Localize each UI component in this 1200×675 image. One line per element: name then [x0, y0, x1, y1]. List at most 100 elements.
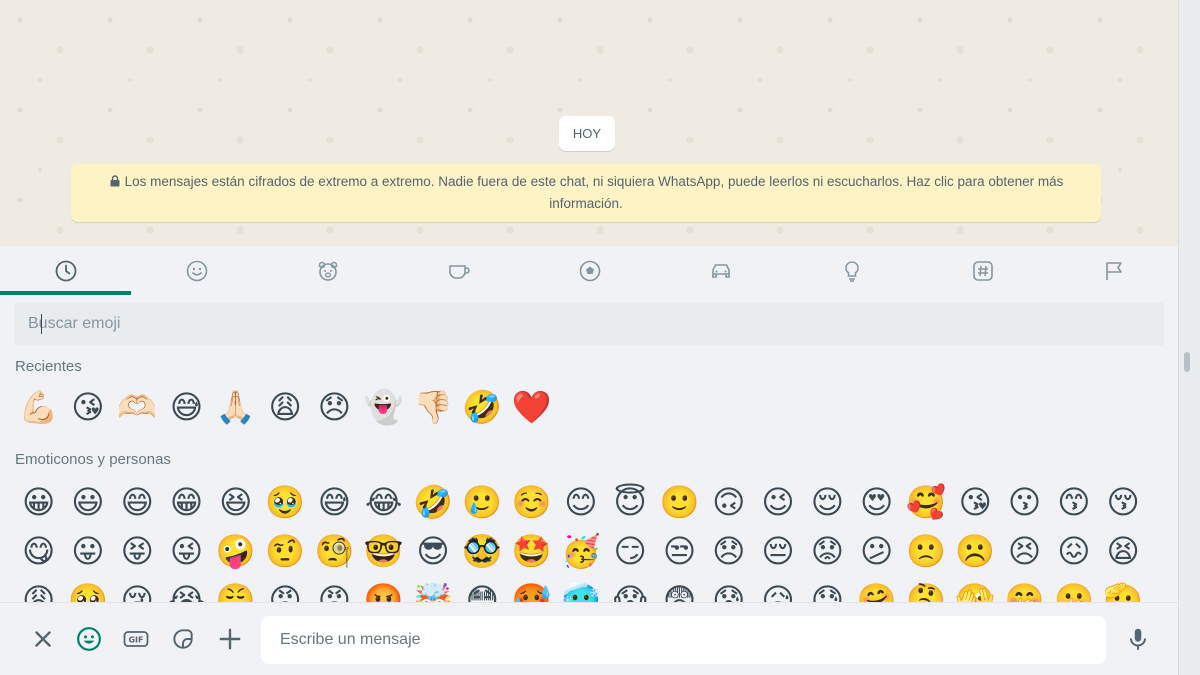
emoji-button[interactable]: 😓	[803, 576, 852, 602]
emoji-button[interactable]: 🙏🏻	[211, 383, 260, 431]
emoji-button[interactable]: 🫣	[951, 576, 1000, 602]
tab-flags[interactable]	[1048, 246, 1179, 296]
emoji-button[interactable]: 🙂	[655, 478, 704, 526]
emoji-button[interactable]: 😃	[63, 478, 112, 526]
emoji-button[interactable]: 😙	[1049, 478, 1098, 526]
tab-smileys[interactable]	[131, 246, 262, 296]
tab-recent[interactable]	[0, 246, 131, 296]
emoji-button[interactable]: 😝	[113, 527, 162, 575]
emoji-button[interactable]: 🤣	[408, 478, 457, 526]
emoji-button[interactable]: 😳	[458, 576, 507, 602]
emoji-button[interactable]: 🥺	[63, 576, 112, 602]
emoji-button[interactable]: 😁	[162, 478, 211, 526]
gif-button[interactable]: GIF	[122, 625, 150, 653]
emoji-button[interactable]: 😇	[606, 478, 655, 526]
emoji-button[interactable]: 😘	[951, 478, 1000, 526]
emoji-button[interactable]: 😭	[162, 576, 211, 602]
emoji-button[interactable]: ☹️	[951, 527, 1000, 575]
emoji-button[interactable]: 😍	[852, 478, 901, 526]
tab-objects[interactable]	[786, 246, 917, 296]
emoji-button[interactable]: 😣	[1000, 527, 1049, 575]
emoji-button[interactable]: ☺️	[507, 478, 556, 526]
emoji-button[interactable]: ❤️	[507, 383, 556, 431]
emoji-button[interactable]: 😞	[704, 527, 753, 575]
emoji-button[interactable]: 🤬	[359, 576, 408, 602]
encryption-notice[interactable]: Los mensajes están cifrados de extremo a…	[71, 164, 1101, 222]
emoji-button[interactable]: 🫢	[1049, 576, 1098, 602]
tab-food[interactable]	[393, 246, 524, 296]
emoji-button[interactable]: 😩	[260, 383, 309, 431]
emoji-button[interactable]: 👻	[359, 383, 408, 431]
emoji-button[interactable]: 🙃	[704, 478, 753, 526]
emoji-button[interactable]: 🥲	[458, 478, 507, 526]
emoji-button[interactable]: 😠	[260, 576, 309, 602]
emoji-button[interactable]: 😛	[63, 527, 112, 575]
emoji-button[interactable]: 😤	[211, 576, 260, 602]
side-scrollbar[interactable]	[1178, 0, 1200, 675]
emoji-button[interactable]: 🥸	[458, 527, 507, 575]
emoji-button[interactable]: 🥰	[901, 478, 950, 526]
sticker-button[interactable]	[169, 625, 197, 653]
emoji-button[interactable]: 😕	[852, 527, 901, 575]
emoji-button[interactable]: 🤯	[408, 576, 457, 602]
chat-messages-area[interactable]: HOY Los mensajes están cifrados de extre…	[0, 0, 1178, 246]
emoji-button[interactable]: 🤭	[1000, 576, 1049, 602]
emoji-button[interactable]: 👎🏻	[408, 383, 457, 431]
emoji-button[interactable]: 🤣	[458, 383, 507, 431]
emoji-button[interactable]: 😥	[753, 576, 802, 602]
emoji-button[interactable]: 😖	[1049, 527, 1098, 575]
scrollbar-thumb[interactable]	[1184, 352, 1190, 372]
emoji-button[interactable]: 🤔	[901, 576, 950, 602]
voice-message-button[interactable]	[1124, 625, 1152, 653]
emoji-button[interactable]: 😂	[359, 478, 408, 526]
emoji-button[interactable]: 😏	[606, 527, 655, 575]
emoji-button[interactable]: 😱	[606, 576, 655, 602]
emoji-button[interactable]: 😆	[211, 478, 260, 526]
emoji-search-input[interactable]	[14, 302, 1164, 346]
emoji-button[interactable]: 🫡	[1099, 576, 1148, 602]
emoji-button[interactable]: 😅	[162, 383, 211, 431]
tab-symbols[interactable]	[917, 246, 1048, 296]
emoji-button[interactable]: 🤗	[852, 576, 901, 602]
emoji-button[interactable]: 🤓	[359, 527, 408, 575]
tab-animals[interactable]	[262, 246, 393, 296]
emoji-search-box[interactable]	[14, 302, 1164, 346]
emoji-button[interactable]: 🤩	[507, 527, 556, 575]
emoji-button[interactable]: 🤪	[211, 527, 260, 575]
emoji-button[interactable]: 😞	[310, 383, 359, 431]
emoji-button[interactable]: 😨	[655, 576, 704, 602]
emoji-button[interactable]: 😚	[1099, 478, 1148, 526]
attach-button[interactable]	[216, 625, 244, 653]
emoji-button[interactable]: 😋	[14, 527, 63, 575]
emoji-button[interactable]: 🤨	[260, 527, 309, 575]
emoji-button[interactable]: 🫶🏻	[113, 383, 162, 431]
close-emoji-button[interactable]	[29, 625, 57, 653]
tab-travel[interactable]	[655, 246, 786, 296]
emoji-button[interactable]: 😌	[803, 478, 852, 526]
emoji-button[interactable]: 😜	[162, 527, 211, 575]
emoji-button[interactable]: 😎	[408, 527, 457, 575]
emoji-button[interactable]: 😟	[803, 527, 852, 575]
emoji-button[interactable]: 😫	[1099, 527, 1148, 575]
message-input[interactable]	[261, 616, 1106, 664]
emoji-button[interactable]: 😄	[113, 478, 162, 526]
emoji-button[interactable]: 😀	[14, 478, 63, 526]
emoji-button[interactable]: 🥳	[556, 527, 605, 575]
emoji-button[interactable]: 😔	[753, 527, 802, 575]
emoji-button[interactable]: 💪🏻	[14, 383, 63, 431]
emoji-button[interactable]: 🥹	[260, 478, 309, 526]
emoji-button[interactable]: 🥵	[507, 576, 556, 602]
emoji-button[interactable]: 😉	[753, 478, 802, 526]
emoji-button[interactable]: 😗	[1000, 478, 1049, 526]
emoji-button[interactable]: 😩	[14, 576, 63, 602]
emoji-button[interactable]: 😅	[310, 478, 359, 526]
tab-activity[interactable]	[524, 246, 655, 296]
emoji-button[interactable]: 🧐	[310, 527, 359, 575]
emoji-button[interactable]: 😢	[113, 576, 162, 602]
message-input-box[interactable]	[261, 616, 1106, 664]
emoji-button[interactable]: 🙁	[901, 527, 950, 575]
emoji-button[interactable]: 😒	[655, 527, 704, 575]
emoji-button[interactable]	[75, 625, 103, 653]
emoji-button[interactable]: 😡	[310, 576, 359, 602]
emoji-button[interactable]: 😊	[556, 478, 605, 526]
